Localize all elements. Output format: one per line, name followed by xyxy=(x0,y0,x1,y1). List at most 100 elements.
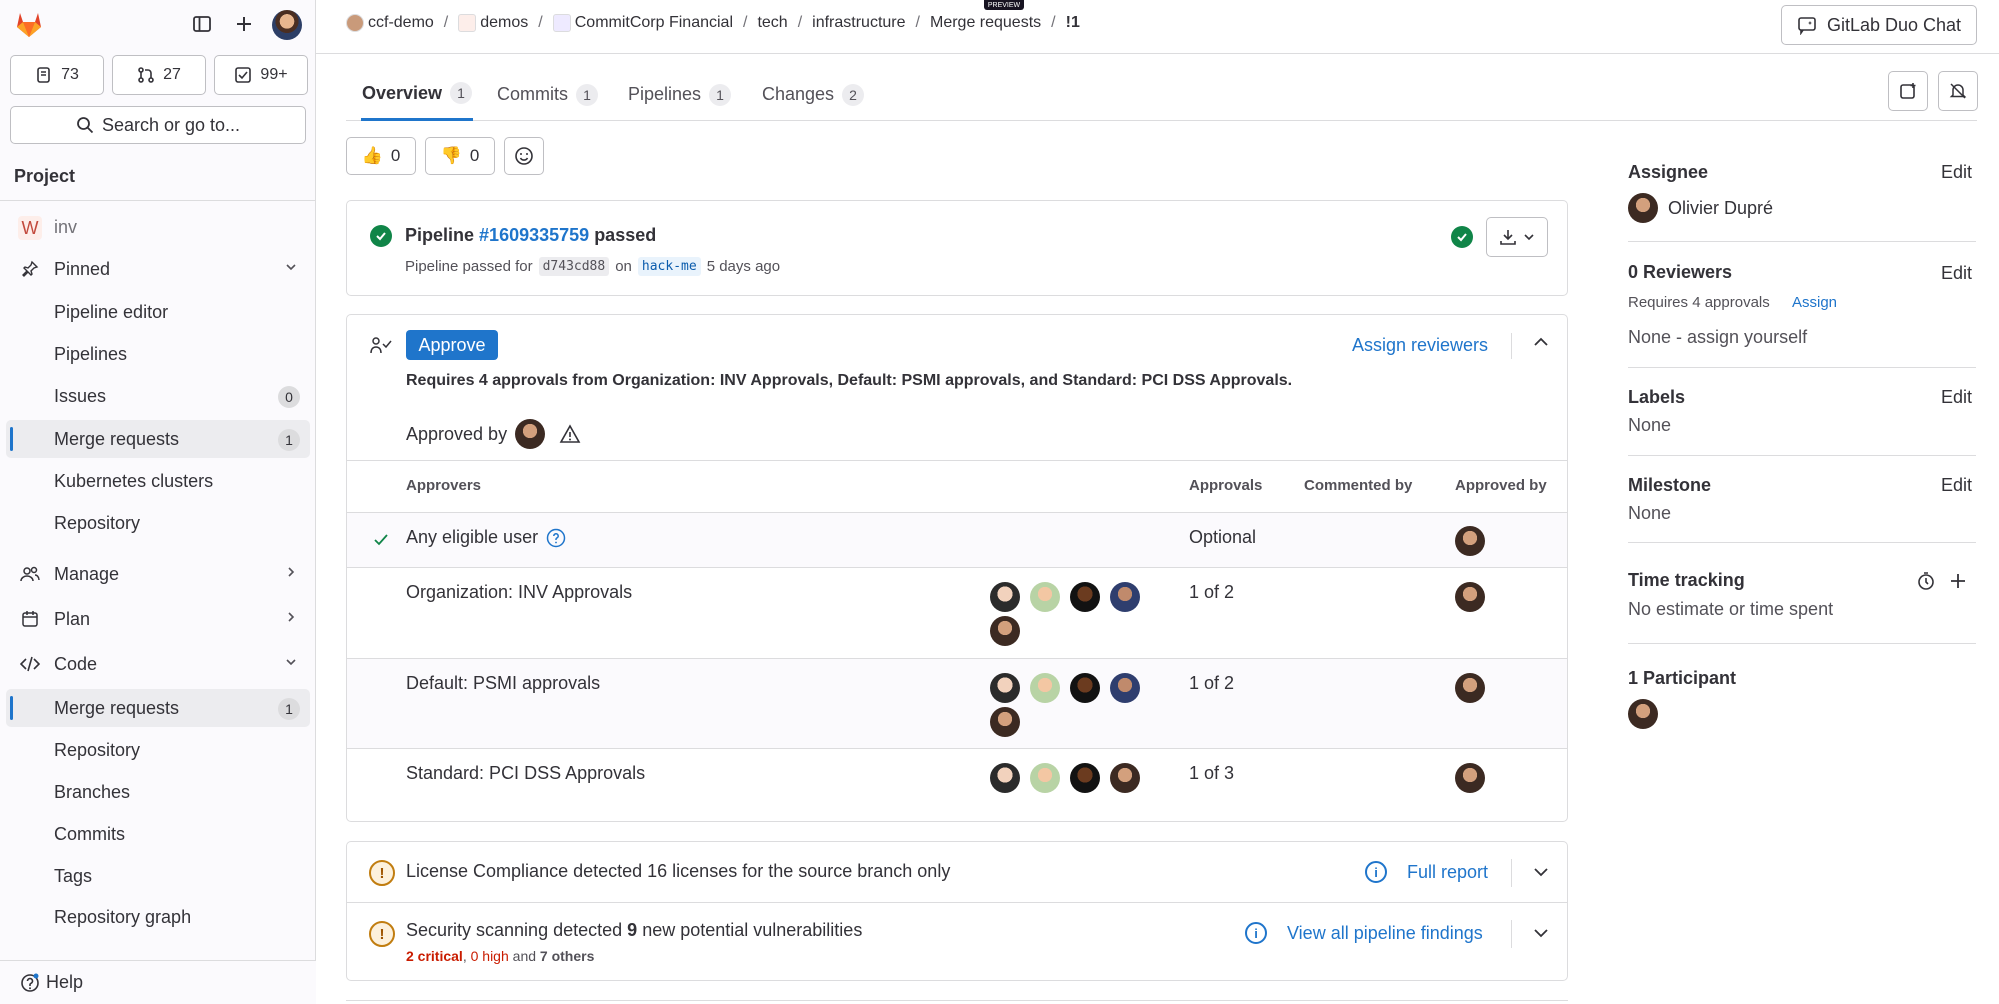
branch-link[interactable]: hack-me xyxy=(637,257,701,276)
sidebar-item-plan[interactable]: Plan xyxy=(6,600,310,638)
eligible-approver-avatar[interactable] xyxy=(1070,673,1100,703)
stopwatch-icon[interactable] xyxy=(1916,571,1936,596)
todos-count-button[interactable]: 99+ xyxy=(214,55,308,95)
tab-overview[interactable]: Overview 1 xyxy=(361,68,474,121)
approvers-table-header: Approvers Approvals Commented by Approve… xyxy=(347,460,1567,512)
eligible-approver-avatar[interactable] xyxy=(1030,673,1060,703)
gitlab-logo-icon[interactable] xyxy=(13,8,45,40)
sidebar-item-tags[interactable]: Tags xyxy=(6,857,310,895)
view-findings-link[interactable]: View all pipeline findings xyxy=(1287,923,1483,944)
tab-changes[interactable]: Changes 2 xyxy=(762,68,865,121)
collapse-sidebar-icon[interactable] xyxy=(188,10,216,38)
eligible-approver-avatar[interactable] xyxy=(1110,763,1140,793)
eligible-approver-avatar[interactable] xyxy=(1070,763,1100,793)
labels-edit-button[interactable]: Edit xyxy=(1941,387,1972,408)
sidebar-project-inv[interactable]: W inv xyxy=(6,208,310,246)
participant-avatar[interactable] xyxy=(1628,699,1658,729)
notifications-button[interactable] xyxy=(1938,71,1978,111)
sidebar-item-manage[interactable]: Manage xyxy=(6,555,310,593)
commit-sha-link[interactable]: d743cd88 xyxy=(538,257,610,276)
sidebar-item-commits[interactable]: Commits xyxy=(6,815,310,853)
sidebar-item-branches[interactable]: Branches xyxy=(6,773,310,811)
eligible-approver-avatar[interactable] xyxy=(1030,582,1060,612)
assign-reviewers-link[interactable]: Assign reviewers xyxy=(1352,335,1488,356)
sidebar-item-pinned[interactable]: Pinned xyxy=(6,250,310,288)
assignee-user[interactable]: Olivier Dupré xyxy=(1628,193,1773,223)
breadcrumb-item[interactable]: ccf-demo xyxy=(346,14,434,32)
breadcrumb: ccf-demo / demos / CommitCorp Financial … xyxy=(346,14,1080,32)
warning-icon[interactable] xyxy=(559,424,581,444)
pipeline-id-link[interactable]: #1609335759 xyxy=(479,225,589,245)
milestone-edit-button[interactable]: Edit xyxy=(1941,475,1972,496)
create-new-icon[interactable] xyxy=(230,10,258,38)
reviewers-edit-button[interactable]: Edit xyxy=(1941,263,1972,284)
sidebar-item-merge-requests-pinned[interactable]: Merge requests 1 xyxy=(6,420,310,458)
help-icon[interactable] xyxy=(546,528,566,548)
thumbs-up-button[interactable]: 👍 0 xyxy=(346,137,416,175)
duo-chat-icon xyxy=(1798,17,1816,35)
sidebar-item-repository-graph[interactable]: Repository graph xyxy=(6,898,310,936)
collapse-approvals-button[interactable] xyxy=(1532,333,1550,356)
approved-by-avatar[interactable] xyxy=(1455,526,1485,556)
sidebar-item-issues[interactable]: Issues 0 xyxy=(6,377,310,415)
expand-license-button[interactable] xyxy=(1532,863,1550,886)
duo-chat-button[interactable]: GitLab Duo Chat xyxy=(1781,5,1977,45)
breadcrumb-item[interactable]: infrastructure xyxy=(812,14,905,32)
notifications-off-icon xyxy=(1949,83,1967,99)
sidebar-item-pipeline-editor[interactable]: Pipeline editor xyxy=(6,293,310,331)
approved-by-avatar[interactable] xyxy=(1455,582,1485,612)
approve-button[interactable]: Approve xyxy=(406,330,498,360)
info-icon[interactable]: i xyxy=(1365,861,1387,883)
artifacts-download-button[interactable] xyxy=(1486,217,1548,257)
eligible-approver-avatar[interactable] xyxy=(1110,673,1140,703)
pipeline-stage-passed-icon[interactable] xyxy=(1451,226,1473,248)
pipeline-passed-icon[interactable] xyxy=(370,225,392,247)
none-assign-yourself[interactable]: None - assign yourself xyxy=(1628,327,1807,348)
eligible-approver-avatar[interactable] xyxy=(990,673,1020,703)
search-button[interactable]: Search or go to... xyxy=(10,106,306,144)
rule-approvals: 1 of 3 xyxy=(1189,763,1235,783)
breadcrumb-item[interactable]: CommitCorp Financial xyxy=(552,14,733,32)
help-button[interactable]: Help xyxy=(0,960,316,1004)
tab-commits[interactable]: Commits 1 xyxy=(497,68,598,121)
eligible-approver-avatar[interactable] xyxy=(990,707,1020,737)
eligible-approver-avatar[interactable] xyxy=(1110,582,1140,612)
merge-requests-count-button[interactable]: 27 xyxy=(112,55,206,95)
eligible-approver-avatar[interactable] xyxy=(1030,763,1060,793)
thumbs-down-button[interactable]: 👎 0 xyxy=(425,137,495,175)
assign-link[interactable]: Assign xyxy=(1792,294,1837,311)
assignee-edit-button[interactable]: Edit xyxy=(1941,162,1972,183)
add-todo-button[interactable] xyxy=(1888,71,1928,111)
breadcrumb-current[interactable]: !1 xyxy=(1066,14,1080,32)
breadcrumb-separator: / xyxy=(915,14,920,32)
issues-count-button[interactable]: 73 xyxy=(10,55,104,95)
merge-requests-count: 27 xyxy=(163,66,181,83)
approver-avatar[interactable] xyxy=(515,419,546,449)
full-report-link[interactable]: Full report xyxy=(1407,862,1488,883)
eligible-approver-avatar[interactable] xyxy=(990,616,1020,646)
breadcrumb-item[interactable]: demos xyxy=(458,14,528,32)
sidebar-item-kubernetes[interactable]: Kubernetes clusters xyxy=(6,462,310,500)
add-reaction-button[interactable] xyxy=(504,137,544,175)
security-scanning-row: ! Security scanning detected 9 new poten… xyxy=(347,903,1567,981)
user-avatar[interactable] xyxy=(272,10,302,40)
sidebar-item-merge-requests[interactable]: Merge requests 1 xyxy=(6,689,310,727)
sidebar-item-pipelines[interactable]: Pipelines xyxy=(6,335,310,373)
breadcrumb-item[interactable]: tech xyxy=(757,14,787,32)
breadcrumb-item[interactable]: Merge requests xyxy=(930,14,1041,32)
info-icon[interactable]: i xyxy=(1245,922,1267,944)
expand-security-button[interactable] xyxy=(1532,924,1550,947)
thumbs-down-icon: 👎 xyxy=(440,146,462,165)
eligible-approver-avatar[interactable] xyxy=(990,763,1020,793)
tab-pipelines[interactable]: Pipelines 1 xyxy=(628,68,732,121)
eligible-approver-avatar[interactable] xyxy=(1070,582,1100,612)
add-time-icon[interactable] xyxy=(1948,571,1968,596)
sidebar-item-repository[interactable]: Repository xyxy=(6,731,310,769)
pipeline-detail: Pipeline passed for d743cd88 on hack-me … xyxy=(405,257,780,276)
sidebar-item-code[interactable]: Code xyxy=(6,645,310,683)
eligible-approver-avatar[interactable] xyxy=(990,582,1020,612)
sidebar-item-repository-pinned[interactable]: Repository xyxy=(6,504,310,542)
approved-by-avatar[interactable] xyxy=(1455,763,1485,793)
breadcrumb-separator: / xyxy=(1051,14,1056,32)
approved-by-avatar[interactable] xyxy=(1455,673,1485,703)
